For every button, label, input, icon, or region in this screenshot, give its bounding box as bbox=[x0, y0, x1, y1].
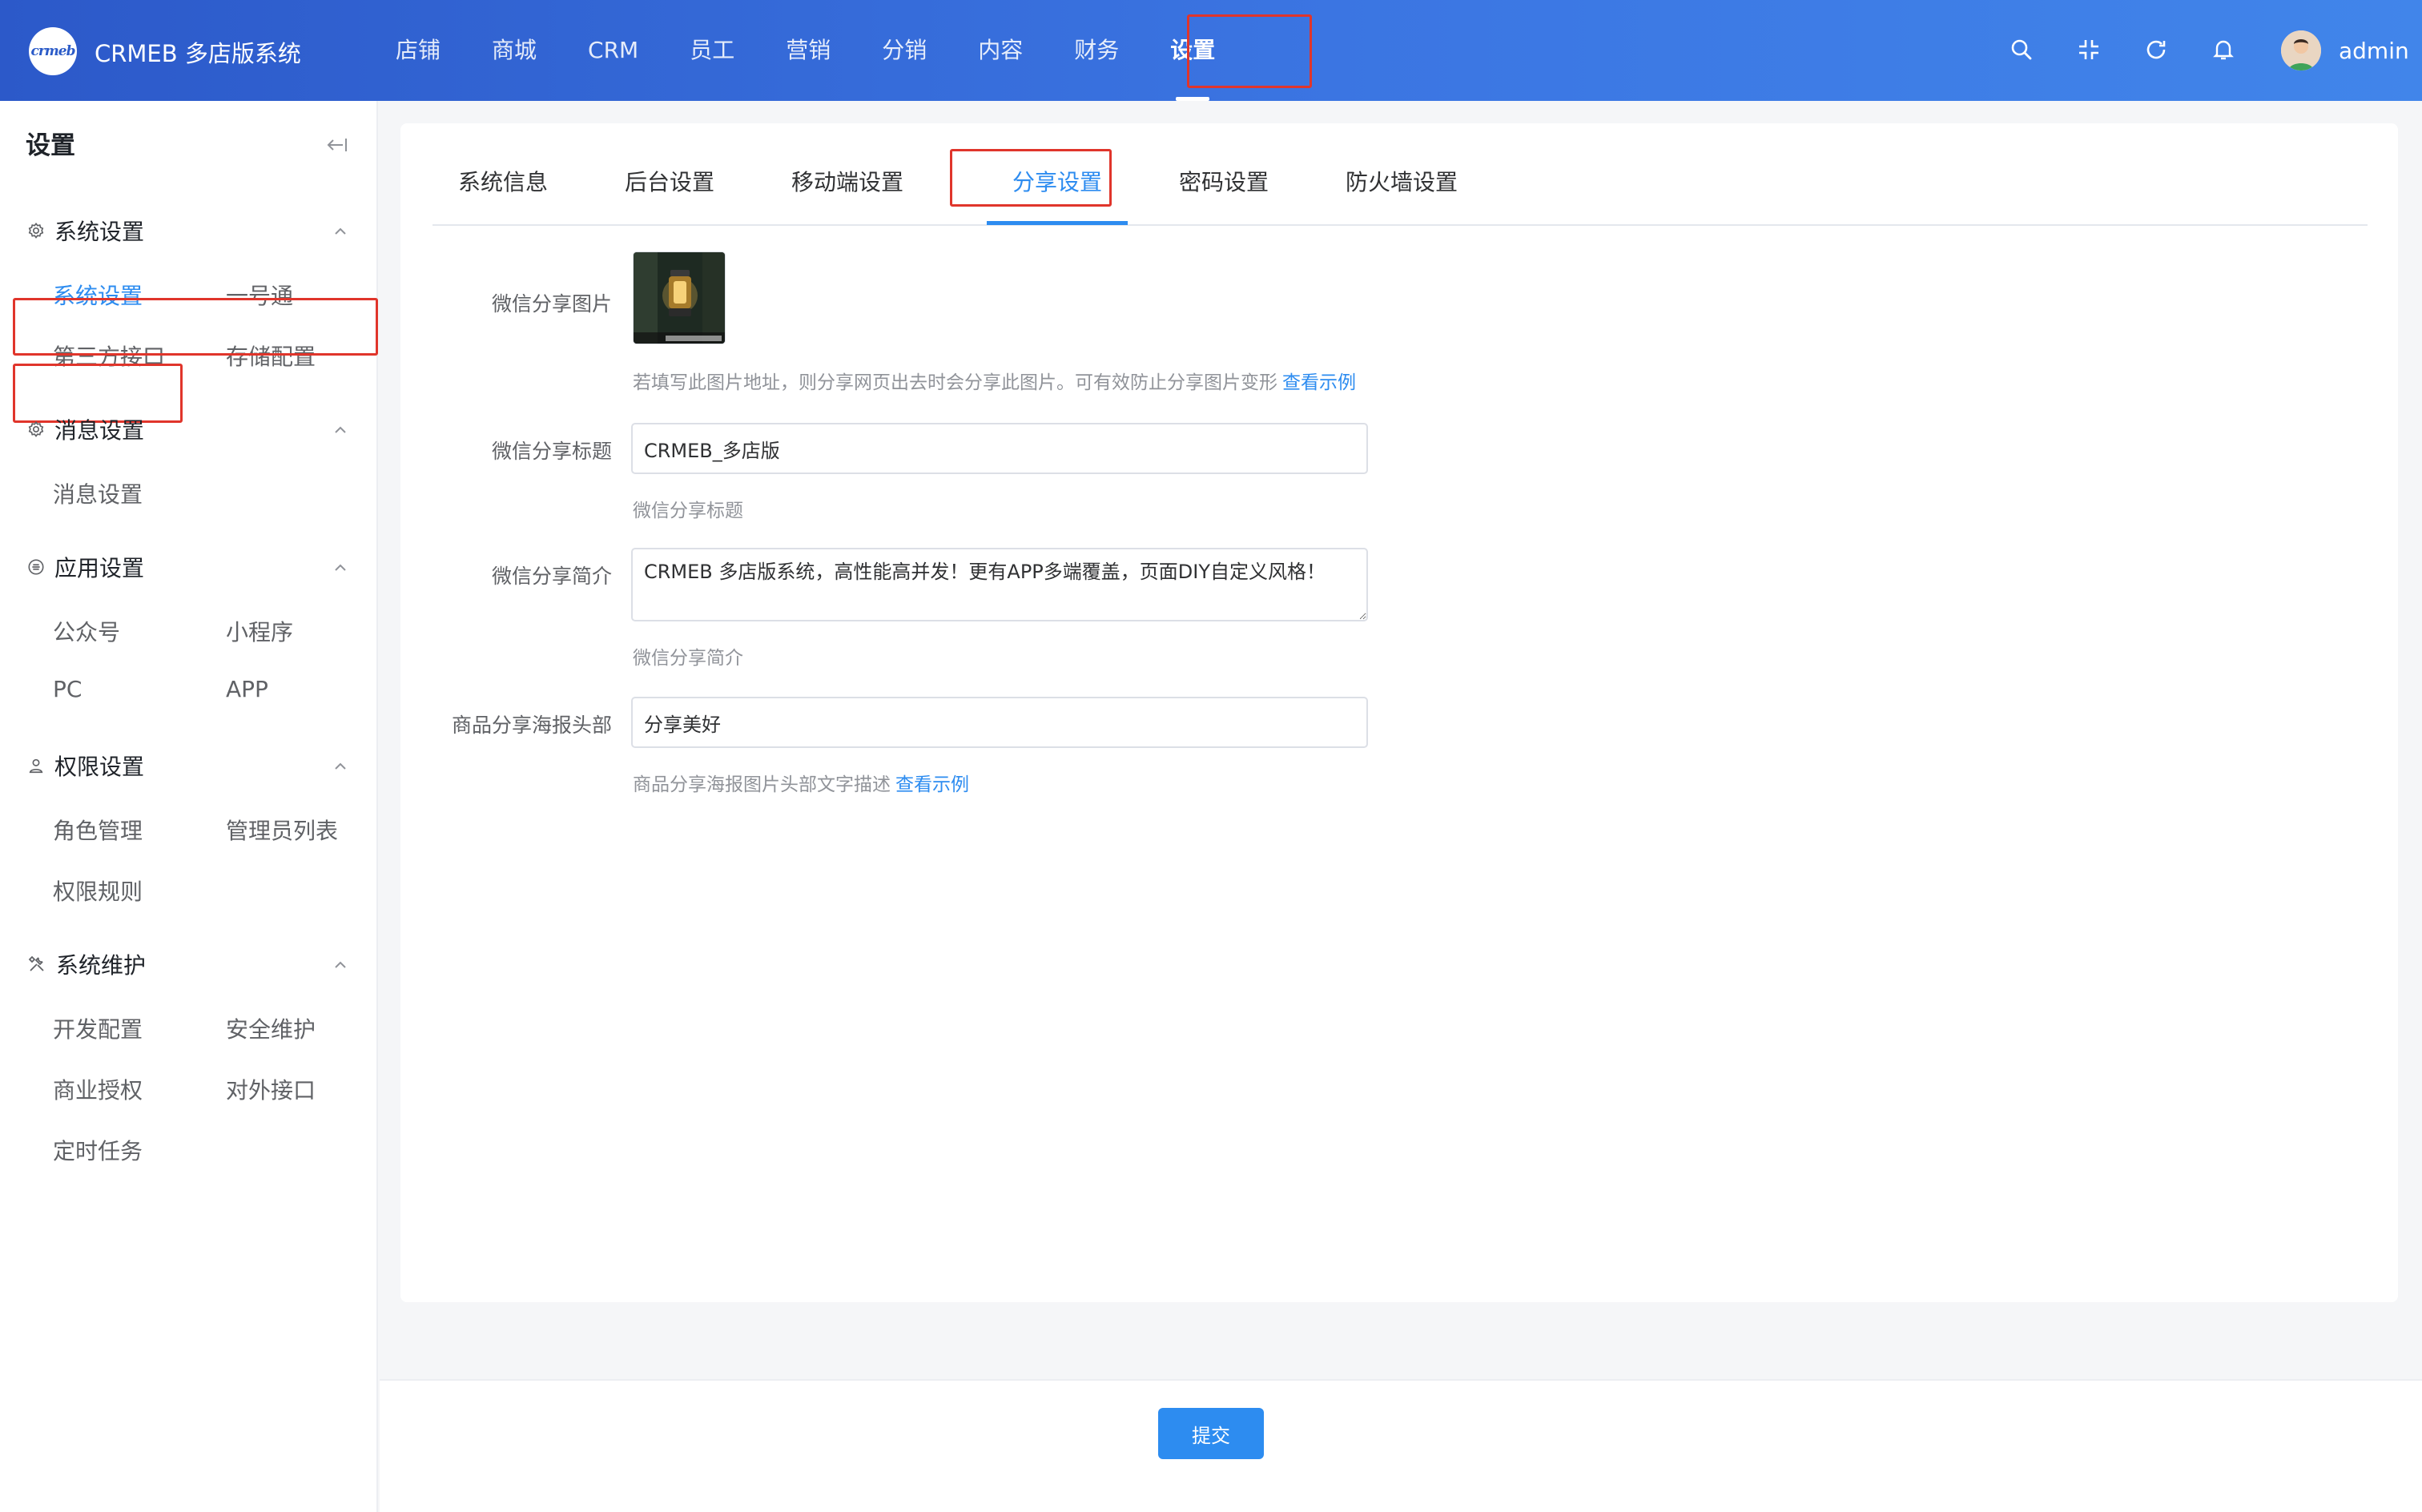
tab-system-info[interactable]: 系统信息 bbox=[458, 165, 548, 197]
sidebar-item-storage[interactable]: 存储配置 bbox=[226, 340, 316, 372]
settings-card: 系统信息 后台设置 移动端设置 分享设置 密码设置 防火墙设置 微信分享图片 若… bbox=[400, 123, 2398, 1302]
collapse-sidebar-icon[interactable] bbox=[324, 131, 351, 159]
view-example-link[interactable]: 查看示例 bbox=[1282, 372, 1356, 393]
app-title: CRMEB 多店版系统 bbox=[95, 40, 301, 67]
share-intro-label: 微信分享简介 bbox=[491, 565, 612, 588]
sidebar-item-pc[interactable]: PC bbox=[53, 676, 82, 702]
user-name: admin bbox=[2339, 37, 2409, 64]
sidebar-item-message-settings[interactable]: 消息设置 bbox=[53, 477, 143, 509]
sidebar-item-admin-list[interactable]: 管理员列表 bbox=[226, 814, 338, 846]
menu-group-title-permission[interactable]: 权限设置 bbox=[27, 750, 144, 782]
view-example-link[interactable]: 查看示例 bbox=[895, 774, 969, 795]
chevron-up-icon[interactable] bbox=[332, 421, 349, 439]
tools-icon bbox=[28, 955, 44, 971]
poster-header-input[interactable] bbox=[631, 697, 1368, 748]
tab-admin-settings[interactable]: 后台设置 bbox=[625, 165, 714, 197]
sidebar-item-yihaotong[interactable]: 一号通 bbox=[226, 279, 293, 311]
nav-item-settings[interactable]: 设置 bbox=[1145, 0, 1241, 101]
top-nav: 店铺 商城 CRM 员工 营销 分销 内容 财务 设置 bbox=[370, 0, 1241, 101]
gear-icon bbox=[28, 222, 44, 239]
share-title-hint: 微信分享标题 bbox=[633, 501, 743, 521]
share-image-thumbnail[interactable] bbox=[633, 251, 726, 344]
sidebar-item-external-api[interactable]: 对外接口 bbox=[226, 1073, 316, 1105]
nav-item-mall[interactable]: 商城 bbox=[466, 0, 562, 101]
menu-group-label: 系统维护 bbox=[56, 952, 147, 979]
share-title-label: 微信分享标题 bbox=[491, 440, 612, 463]
menu-group-title-message[interactable]: 消息设置 bbox=[27, 413, 144, 445]
nav-item-store[interactable]: 店铺 bbox=[370, 0, 466, 101]
sidebar-item-cron-tasks[interactable]: 定时任务 bbox=[53, 1134, 143, 1166]
tab-share-settings[interactable]: 分享设置 bbox=[1012, 165, 1102, 197]
sidebar-item-system-settings[interactable]: 系统设置 bbox=[53, 279, 143, 311]
sidebar-item-security[interactable]: 安全维护 bbox=[226, 1012, 316, 1044]
nav-item-distribution[interactable]: 分销 bbox=[856, 0, 952, 101]
share-image-label: 微信分享图片 bbox=[491, 292, 612, 316]
header-tools bbox=[2002, 30, 2243, 69]
menu-group-title-system[interactable]: 系统设置 bbox=[27, 215, 144, 247]
menu-group-label: 系统设置 bbox=[54, 219, 145, 245]
search-icon[interactable] bbox=[2002, 30, 2041, 69]
menu-group-title-maintenance[interactable]: 系统维护 bbox=[27, 948, 146, 980]
refresh-icon[interactable] bbox=[2137, 30, 2175, 69]
sidebar-item-dev-config[interactable]: 开发配置 bbox=[53, 1012, 143, 1044]
menu-group-label: 消息设置 bbox=[54, 417, 145, 444]
nav-item-content[interactable]: 内容 bbox=[952, 0, 1048, 101]
fullscreen-exit-icon[interactable] bbox=[2070, 30, 2108, 69]
chevron-up-icon[interactable] bbox=[332, 559, 349, 577]
sidebar-item-roles[interactable]: 角色管理 bbox=[53, 814, 143, 846]
submit-button[interactable]: 提交 bbox=[1158, 1408, 1264, 1459]
tab-password-settings[interactable]: 密码设置 bbox=[1179, 165, 1269, 197]
menu-group-title-app[interactable]: 应用设置 bbox=[27, 551, 144, 583]
share-image-hint: 若填写此图片地址，则分享网页出去时会分享此图片。可有效防止分享图片变形 查看示例 bbox=[633, 367, 1356, 394]
logo[interactable]: crmeb bbox=[29, 27, 77, 75]
app-icon bbox=[28, 559, 44, 575]
active-tab-indicator bbox=[987, 221, 1128, 225]
chevron-up-icon[interactable] bbox=[332, 223, 349, 240]
poster-header-hint-text: 商品分享海报图片头部文字描述 bbox=[633, 774, 891, 795]
user-icon bbox=[29, 758, 43, 774]
sidebar-item-mini-program[interactable]: 小程序 bbox=[226, 615, 293, 647]
sidebar-item-app[interactable]: APP bbox=[226, 676, 268, 702]
share-intro-textarea[interactable]: CRMEB 多店版系统，高性能高并发！更有APP多端覆盖，页面DIY自定义风格！ bbox=[631, 548, 1368, 621]
menu-group-label: 权限设置 bbox=[54, 754, 145, 780]
gear-icon bbox=[28, 420, 44, 437]
user-menu[interactable]: admin bbox=[2281, 30, 2409, 70]
share-image-hint-text: 若填写此图片地址，则分享网页出去时会分享此图片。可有效防止分享图片变形 bbox=[633, 372, 1277, 393]
sidebar: 设置 系统设置 系统设置 一号通 第三方接口 存储配置 消息设置 消息设置 应用… bbox=[0, 101, 378, 1512]
avatar bbox=[2281, 30, 2321, 70]
poster-header-hint: 商品分享海报图片头部文字描述 查看示例 bbox=[633, 769, 969, 796]
top-header: crmeb CRMEB 多店版系统 店铺 商城 CRM 员工 营销 分销 内容 … bbox=[0, 0, 2422, 101]
sidebar-item-third-party-api[interactable]: 第三方接口 bbox=[53, 340, 165, 372]
sidebar-item-license[interactable]: 商业授权 bbox=[53, 1073, 143, 1105]
share-intro-hint: 微信分享简介 bbox=[633, 648, 743, 669]
nav-item-staff[interactable]: 员工 bbox=[664, 0, 760, 101]
chevron-up-icon[interactable] bbox=[332, 758, 349, 775]
sidebar-item-official-account[interactable]: 公众号 bbox=[53, 615, 120, 647]
chevron-up-icon[interactable] bbox=[332, 956, 349, 974]
share-title-input[interactable] bbox=[631, 423, 1368, 474]
sidebar-title: 设置 bbox=[26, 131, 75, 160]
nav-item-marketing[interactable]: 营销 bbox=[760, 0, 856, 101]
footer-bar: 提交 bbox=[380, 1379, 2422, 1512]
tab-mobile-settings[interactable]: 移动端设置 bbox=[791, 165, 903, 197]
menu-group-label: 应用设置 bbox=[54, 555, 145, 581]
nav-item-finance[interactable]: 财务 bbox=[1048, 0, 1145, 101]
tab-firewall-settings[interactable]: 防火墙设置 bbox=[1346, 165, 1458, 197]
poster-header-label: 商品分享海报头部 bbox=[451, 714, 612, 737]
sidebar-item-permission-rules[interactable]: 权限规则 bbox=[53, 875, 143, 907]
settings-tabs: 系统信息 后台设置 移动端设置 分享设置 密码设置 防火墙设置 bbox=[432, 123, 2368, 226]
nav-item-crm[interactable]: CRM bbox=[562, 0, 664, 101]
bell-icon[interactable] bbox=[2204, 30, 2243, 69]
